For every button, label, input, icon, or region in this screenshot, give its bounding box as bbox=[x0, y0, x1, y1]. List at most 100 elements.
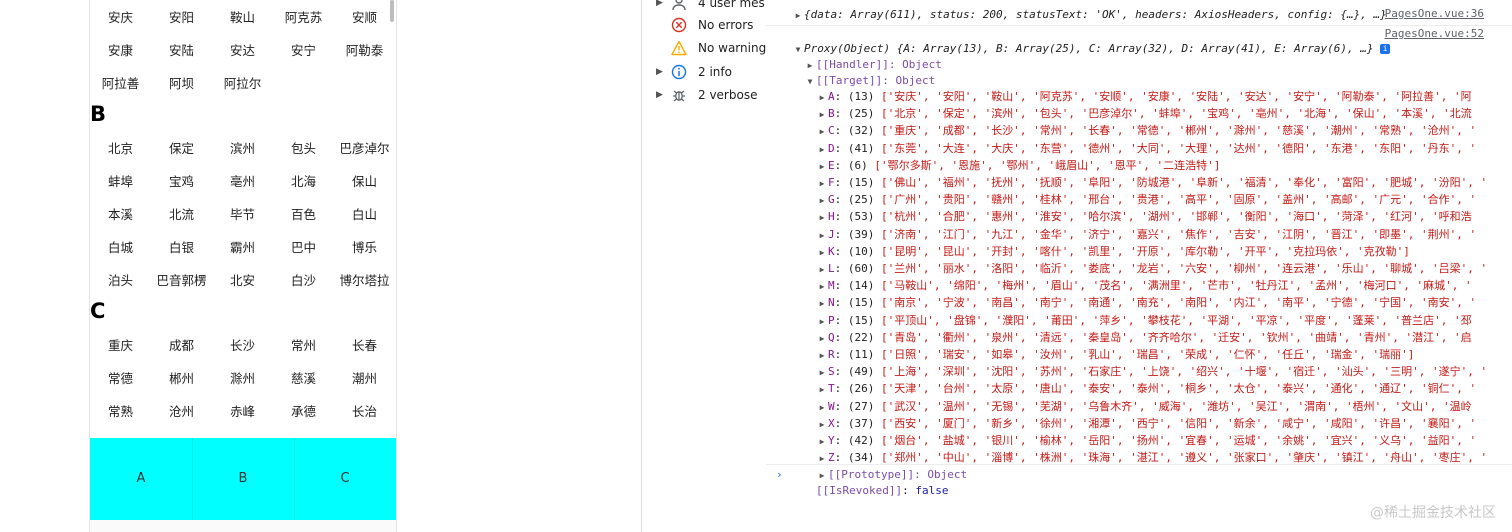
city-item[interactable]: 阿拉尔 bbox=[212, 74, 273, 94]
source-link[interactable]: PagesOne.vue:36 bbox=[1385, 7, 1484, 20]
target-entry-row[interactable]: ▶ S: (49) ['上海', '深圳', '沈阳', '苏州', '石家庄',… bbox=[816, 364, 1488, 381]
city-item[interactable]: 本溪 bbox=[90, 205, 151, 225]
city-item[interactable]: 霸州 bbox=[212, 238, 273, 258]
city-item[interactable]: 沧州 bbox=[151, 402, 212, 422]
target-entry-row[interactable]: ▶ B: (25) ['北京', '保定', '滨州', '包头', '巴彦淖尔'… bbox=[816, 106, 1472, 122]
city-item[interactable]: 白银 bbox=[151, 238, 212, 258]
info-badge-icon[interactable]: i bbox=[1380, 44, 1391, 54]
console-prompt[interactable]: › bbox=[776, 467, 783, 483]
city-item[interactable]: 安庆 bbox=[90, 8, 151, 28]
expand-triangle-icon[interactable]: ▶ bbox=[816, 193, 828, 209]
expand-triangle-icon[interactable]: ▶ bbox=[816, 107, 828, 123]
target-entry-row[interactable]: ▶ D: (41) ['东莞', '大连', '大庆', '东营', '德州', … bbox=[816, 141, 1477, 158]
city-item[interactable]: 阿坝 bbox=[151, 74, 212, 94]
expand-triangle-icon[interactable]: ▶ bbox=[656, 84, 663, 106]
city-item[interactable]: 保山 bbox=[334, 172, 395, 192]
expand-triangle-icon[interactable]: ▶ bbox=[816, 176, 828, 192]
target-entry-row[interactable]: ▶ G: (25) ['广州', '贵阳', '赣州', '桂林', '邢台', … bbox=[816, 192, 1477, 209]
expand-triangle-icon[interactable]: ▶ bbox=[816, 417, 828, 433]
expand-triangle-icon[interactable]: ▶ bbox=[816, 400, 828, 416]
expand-triangle-icon[interactable]: ▶ bbox=[656, 0, 663, 14]
sidebar-item-error[interactable]: No errors bbox=[642, 14, 766, 36]
handler-row[interactable]: ▶ [[Handler]]: Object bbox=[804, 57, 942, 73]
target-entry-row[interactable]: ▶ Y: (42) ['烟台', '盐城', '银川', '榆林', '岳阳', … bbox=[816, 433, 1477, 450]
city-item[interactable]: 宝鸡 bbox=[151, 172, 212, 192]
city-item[interactable]: 包头 bbox=[273, 139, 334, 159]
target-entry-row[interactable]: ▶ C: (32) ['重庆', '成都', '长沙', '常州', '长春', … bbox=[816, 123, 1477, 139]
city-item[interactable]: 北流 bbox=[151, 205, 212, 225]
target-entry-row[interactable]: ▶ R: (11) ['日照', '瑞安', '如皋', '汝州', '乳山', … bbox=[816, 347, 1415, 364]
city-item[interactable]: 白山 bbox=[334, 205, 395, 225]
expand-triangle-icon[interactable]: ▶ bbox=[816, 434, 828, 450]
target-entry-row[interactable]: ▶ X: (37) ['西安', '厦门', '新乡', '徐州', '湘潭', … bbox=[816, 416, 1477, 433]
city-item[interactable]: 白城 bbox=[90, 238, 151, 258]
city-item[interactable]: 安阳 bbox=[151, 8, 212, 28]
city-item[interactable]: 博乐 bbox=[334, 238, 395, 258]
expand-triangle-icon[interactable]: ▶ bbox=[816, 245, 828, 261]
city-item[interactable]: 蚌埠 bbox=[90, 172, 151, 192]
expand-triangle-icon[interactable]: ▶ bbox=[816, 296, 828, 312]
expand-triangle-icon[interactable]: ▶ bbox=[816, 262, 828, 278]
expand-triangle-icon[interactable]: ▶ bbox=[816, 331, 828, 347]
expand-triangle-icon[interactable]: ▶ bbox=[816, 210, 828, 226]
expand-triangle-icon[interactable]: ▶ bbox=[656, 61, 663, 83]
target-entry-row[interactable]: ▶ Q: (22) ['青岛', '衢州', '泉州', '清远', '秦皇岛',… bbox=[816, 330, 1472, 346]
city-item[interactable]: 滨州 bbox=[212, 139, 273, 159]
target-entry-row[interactable]: ▶ L: (60) ['兰州', '丽水', '洛阳', '临沂', '娄底', … bbox=[816, 261, 1488, 278]
console-message-proxy[interactable]: ▼ Proxy(Object) {A: Array(13), B: Array(2… bbox=[792, 41, 1391, 58]
city-item[interactable]: 安康 bbox=[90, 41, 151, 61]
expand-triangle-icon[interactable]: ▶ bbox=[792, 8, 804, 24]
letter-tab[interactable]: B bbox=[192, 438, 294, 520]
city-item[interactable]: 亳州 bbox=[212, 172, 273, 192]
target-entry-row[interactable]: ▶ W: (27) ['武汉', '温州', '无锡', '芜湖', '乌鲁木齐'… bbox=[816, 399, 1472, 415]
expand-triangle-icon[interactable]: ▶ bbox=[816, 228, 828, 244]
target-entry-row[interactable]: ▶ N: (15) ['南京', '宁波', '南昌', '南宁', '南通', … bbox=[816, 295, 1477, 312]
city-list[interactable]: 安庆 安阳 鞍山 阿克苏 安顺 安康 安陆 安达 安宁 阿勒泰 阿拉善 阿坝 阿拉尔 B 北京 保定 滨州 包头巴… bbox=[90, 0, 396, 438]
target-entry-row[interactable]: ▶ J: (39) ['济南', '江门', '九江', '金华', '济宁', … bbox=[816, 227, 1477, 244]
city-item[interactable]: 鞍山 bbox=[212, 8, 273, 28]
expand-triangle-icon[interactable]: ▼ bbox=[792, 42, 804, 58]
city-item[interactable]: 巴音郭楞 bbox=[151, 271, 212, 291]
sidebar-item-verbose-bug[interactable]: ▶ 2 verbose bbox=[642, 84, 766, 106]
target-entry-row[interactable]: ▶ A: (13) ['安庆', '安阳', '鞍山', '阿克苏', '安顺',… bbox=[816, 89, 1472, 105]
expand-triangle-icon[interactable]: ▶ bbox=[816, 348, 828, 364]
city-item[interactable]: 长沙 bbox=[212, 336, 273, 356]
target-entry-row[interactable]: ▶ E: (6) ['鄂尔多斯', '恩施', '鄂州', '峨眉山', '恩平'… bbox=[816, 158, 1221, 174]
city-item[interactable]: 潮州 bbox=[334, 369, 395, 389]
target-entry-row[interactable]: ▶ P: (15) ['平顶山', '盘锦', '濮阳', '莆田', '萍乡',… bbox=[816, 313, 1472, 329]
city-item[interactable]: 滁州 bbox=[212, 369, 273, 389]
city-item[interactable]: 博尔塔拉 bbox=[334, 271, 395, 291]
expand-triangle-icon[interactable]: ▶ bbox=[816, 90, 828, 106]
sidebar-item-warning[interactable]: No warnings bbox=[642, 37, 772, 59]
sidebar-item-user[interactable]: ▶ 4 user mes... bbox=[642, 0, 776, 14]
city-item[interactable]: 阿勒泰 bbox=[334, 41, 395, 61]
city-item[interactable]: 北京 bbox=[90, 139, 151, 159]
expand-triangle-icon[interactable]: ▶ bbox=[816, 365, 828, 381]
city-item[interactable]: 赤峰 bbox=[212, 402, 273, 422]
target-entry-row[interactable]: ▶ T: (26) ['天津', '台州', '太原', '唐山', '泰安', … bbox=[816, 381, 1477, 397]
city-item[interactable]: 承德 bbox=[273, 402, 334, 422]
city-item[interactable]: 白沙 bbox=[273, 271, 334, 291]
city-item[interactable]: 泊头 bbox=[90, 271, 151, 291]
city-item[interactable]: 安陆 bbox=[151, 41, 212, 61]
target-row[interactable]: ▼ [[Target]]: Object bbox=[804, 73, 936, 89]
city-item[interactable]: 巴彦淖尔 bbox=[334, 139, 395, 159]
city-item[interactable]: 成都 bbox=[151, 336, 212, 356]
city-item[interactable]: 郴州 bbox=[151, 369, 212, 389]
city-item[interactable]: 阿克苏 bbox=[273, 8, 334, 28]
city-item[interactable]: 长春 bbox=[334, 336, 395, 356]
city-item[interactable]: 毕节 bbox=[212, 205, 273, 225]
expand-triangle-icon[interactable]: ▶ bbox=[816, 279, 828, 295]
expand-triangle-icon[interactable]: ▶ bbox=[816, 314, 828, 330]
city-item[interactable]: 重庆 bbox=[90, 336, 151, 356]
target-entry-row[interactable]: ▶ K: (10) ['昆明', '昆山', '开封', '喀什', '凯里', … bbox=[816, 244, 1410, 260]
target-entry-row[interactable]: ▶ M: (14) ['马鞍山', '绵阳', '梅州', '眉山', '茂名',… bbox=[816, 278, 1472, 294]
console-message-response[interactable]: ▶ {data: Array(611), status: 200, statusT… bbox=[792, 7, 1387, 23]
city-item[interactable]: 常州 bbox=[273, 336, 334, 356]
expand-triangle-icon[interactable]: ▶ bbox=[816, 142, 828, 158]
city-item[interactable]: 安达 bbox=[212, 41, 273, 61]
city-item[interactable]: 安宁 bbox=[273, 41, 334, 61]
city-item[interactable]: 百色 bbox=[273, 205, 334, 225]
city-item[interactable]: 阿拉善 bbox=[90, 74, 151, 94]
letter-tab[interactable]: C bbox=[294, 438, 396, 520]
